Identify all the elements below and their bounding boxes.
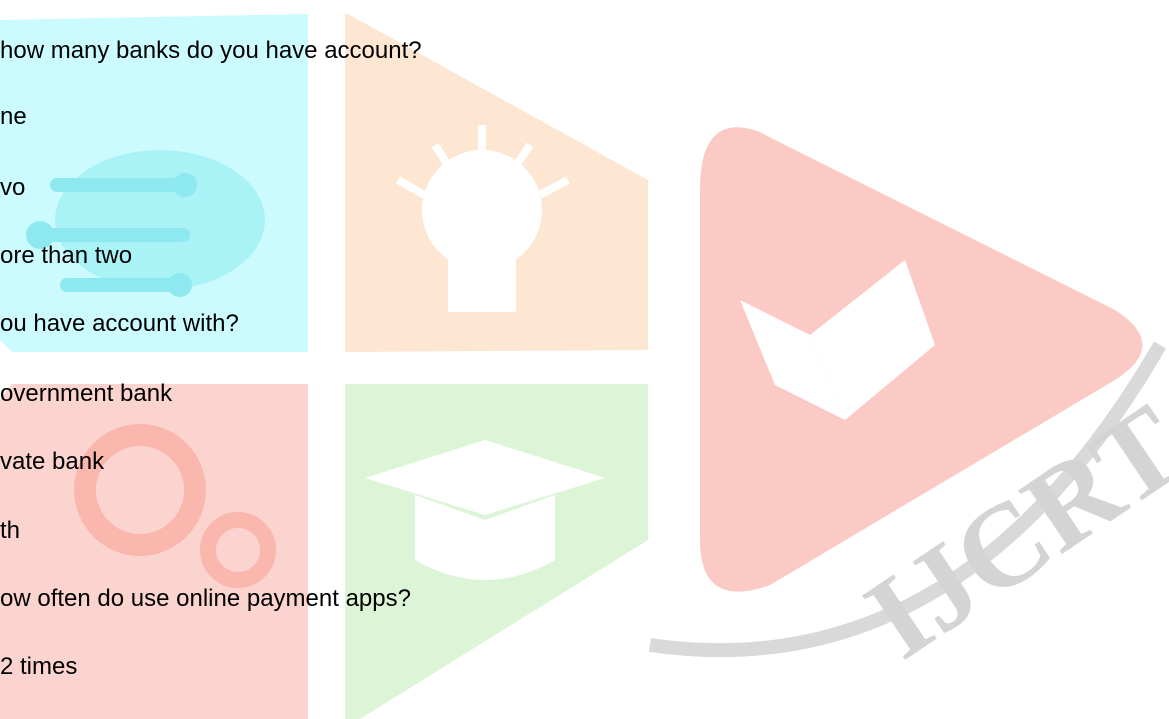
- question-payment-app-frequency: ow often do use online payment apps?: [0, 585, 411, 612]
- document-body: how many banks do you have account? ne v…: [0, 0, 1169, 719]
- option-both: th: [0, 517, 21, 544]
- option-private-bank: vate bank: [0, 448, 105, 475]
- option-two-times: 2 times: [0, 653, 78, 680]
- option-one: ne: [0, 103, 27, 130]
- option-government-bank: overnment bank: [0, 380, 173, 407]
- question-account-type: ou have account with?: [0, 310, 239, 337]
- option-more-than-two: ore than two: [0, 242, 133, 269]
- option-two: vo: [0, 174, 26, 201]
- question-number-of-banks: how many banks do you have account?: [0, 37, 422, 64]
